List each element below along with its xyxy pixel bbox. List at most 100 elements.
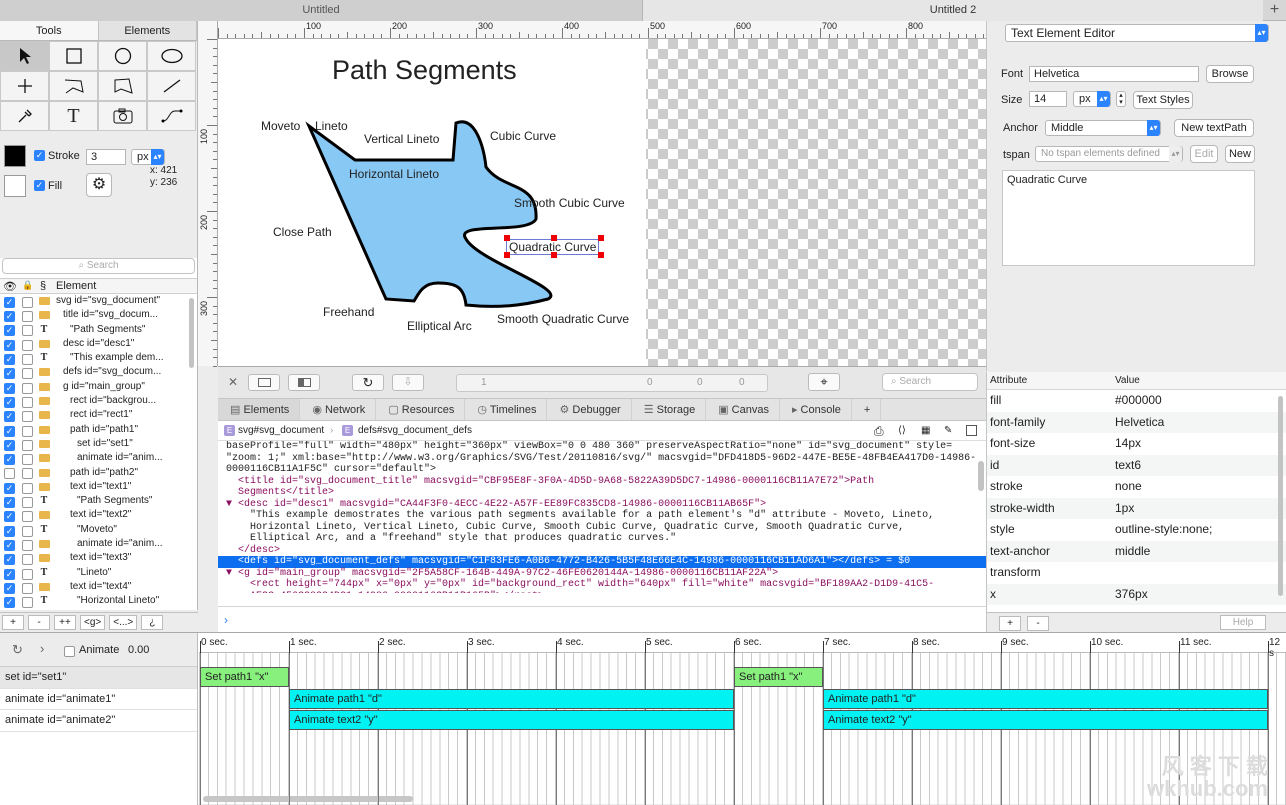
print-icon[interactable]: ⎙	[874, 421, 884, 441]
reload-button[interactable]: ↻	[352, 374, 384, 391]
tree-row[interactable]: ✓ T "Moveto"	[0, 523, 197, 537]
inspector-tab-timelines[interactable]: ◷ Timelines	[465, 399, 548, 420]
timeline-bar[interactable]: Animate text2 "y"	[823, 710, 1268, 730]
sidebar-toggle-icon[interactable]	[966, 425, 977, 436]
label-elliptical-arc[interactable]: Elliptical Arc	[407, 319, 472, 333]
inspector-tab-network[interactable]: ◉ Network	[300, 399, 377, 420]
selection-handle[interactable]	[551, 252, 557, 258]
tree-row[interactable]: ✓ T "Horizontal Lineto"	[0, 594, 197, 609]
selection-handle[interactable]	[504, 235, 510, 241]
attribute-value[interactable]: 14px	[1115, 433, 1141, 455]
attribute-row[interactable]: x 376px	[987, 583, 1286, 606]
label-lineto[interactable]: Lineto	[315, 119, 348, 133]
code-line[interactable]: ▼ <g id="main_group" macsvgid="2F5A58CF-…	[218, 568, 986, 580]
target-button[interactable]: ⌖	[808, 373, 840, 391]
svg-document[interactable]: Path Segments Moveto Lineto Vertical Lin…	[218, 39, 646, 366]
tree-row[interactable]: ✓ text id="text1"	[0, 480, 197, 494]
attribute-row[interactable]: transform	[987, 562, 1286, 584]
code-line[interactable]: baseProfile="full" width="480px" height=…	[218, 441, 986, 453]
tree-toolbar-button[interactable]: <...>	[109, 615, 138, 630]
label-vertical-lineto[interactable]: Vertical Lineto	[364, 132, 439, 146]
attribute-value[interactable]: text6	[1115, 455, 1141, 477]
attribute-row[interactable]: fill #000000	[987, 390, 1286, 412]
tab-tools[interactable]: Tools	[0, 21, 99, 40]
attributes-scrollbar[interactable]	[1278, 396, 1283, 596]
download-button[interactable]: ⇩	[392, 374, 424, 391]
code-line[interactable]: Elliptical Arc, and a "freehand" style t…	[218, 533, 986, 545]
tree-row[interactable]: path id="path2"	[0, 466, 197, 480]
code-line[interactable]: <defs id="svg_document_defs" macsvgid="C…	[218, 556, 986, 568]
code-line[interactable]: <rect height="744px" x="0px" y="0px" id=…	[218, 579, 986, 591]
attribute-value[interactable]: Helvetica	[1115, 412, 1164, 434]
close-icon[interactable]: ✕	[228, 375, 238, 389]
code-scrollbar[interactable]	[978, 461, 984, 491]
polyline-tool[interactable]	[49, 71, 98, 101]
attribute-row[interactable]: id text6	[987, 454, 1286, 477]
attribute-row[interactable]: font-size 14px	[987, 433, 1286, 455]
tree-toolbar-button[interactable]: ¿	[141, 615, 164, 630]
line-tool[interactable]	[147, 71, 196, 101]
code-line[interactable]: </desc>	[218, 545, 986, 557]
tree-toolbar-button[interactable]: -	[28, 615, 50, 630]
label-close-path[interactable]: Close Path	[273, 225, 332, 239]
timeline-bar[interactable]: Set path1 "x"	[200, 667, 289, 687]
attribute-value[interactable]: 376px	[1115, 584, 1148, 606]
tree-row[interactable]: ✓ T "Path Segments"	[0, 323, 197, 337]
tree-row[interactable]: ✓ rect id="backgrou...	[0, 394, 197, 408]
tspan-new-button[interactable]: New	[1225, 145, 1255, 163]
timeline-bar[interactable]: Animate path1 "d"	[823, 688, 1268, 709]
circle-tool[interactable]	[98, 41, 147, 71]
tree-row[interactable]: ✓ animate id="anim...	[0, 537, 197, 551]
attribute-value[interactable]: outline-style:none;	[1115, 519, 1212, 541]
add-attribute-button[interactable]: +	[999, 616, 1021, 631]
inspector-tab-console[interactable]: ▸ Console	[780, 399, 852, 420]
dock-button[interactable]	[248, 374, 280, 391]
tree-row[interactable]: ✓ T "Path Segments"	[0, 494, 197, 509]
canvas-title[interactable]: Path Segments	[332, 55, 517, 86]
help-button[interactable]: Help	[1220, 615, 1266, 630]
attribute-row[interactable]: font-family Helvetica	[987, 411, 1286, 434]
image-tool[interactable]	[98, 101, 147, 131]
tree-toolbar-button[interactable]: ++	[54, 615, 76, 630]
label-cubic-curve[interactable]: Cubic Curve	[490, 129, 556, 143]
code-line[interactable]: Segments</title>	[218, 487, 986, 499]
eyedropper-tool[interactable]	[0, 101, 49, 131]
label-horizontal-lineto[interactable]: Horizontal Lineto	[349, 167, 439, 181]
code-line[interactable]: "This example demostrates the various pa…	[218, 510, 986, 522]
browse-button[interactable]: Browse	[1206, 65, 1254, 83]
code-line[interactable]: "zoom: 1;" xml:base="http://www.w3.org/G…	[218, 453, 986, 465]
breadcrumb-defs[interactable]: defs#svg_document_defs	[358, 421, 472, 441]
selection-handle[interactable]	[504, 252, 510, 258]
timeline-bar[interactable]: Set path1 "x"	[734, 667, 823, 687]
size-stepper[interactable]: ▴ ▾	[1116, 91, 1126, 107]
timeline-bar[interactable]: Animate text2 "y"	[289, 710, 734, 730]
rect-tool[interactable]	[49, 41, 98, 71]
code-line[interactable]: ▼ <desc id="desc1" macsvgid="CA44F3F0-4E…	[218, 499, 986, 511]
selection-handle[interactable]	[551, 235, 557, 241]
stroke-unit-select[interactable]: px ▴▾	[131, 149, 165, 165]
tab-elements[interactable]: Elements	[98, 21, 197, 40]
play-icon[interactable]: ›	[40, 641, 44, 656]
attribute-row[interactable]: stroke none	[987, 476, 1286, 498]
attribute-row[interactable]: stroke-width 1px	[987, 497, 1286, 519]
tree-row[interactable]: ✓ text id="text3"	[0, 551, 197, 566]
breadcrumb-svg[interactable]: svg#svg_document	[238, 421, 324, 441]
tree-row[interactable]: ✓ text id="text2"	[0, 508, 197, 523]
add-tab-button[interactable]: +	[852, 399, 882, 420]
inspector-tab-elements[interactable]: ▤ Elements	[218, 399, 301, 420]
label-smooth-cubic-curve[interactable]: Smooth Cubic Curve	[514, 196, 625, 210]
text-content-area[interactable]: Quadratic Curve	[1002, 170, 1255, 266]
tree-row[interactable]: ✓ set id="set1"	[0, 437, 197, 451]
track-animate1[interactable]: animate id="animate1"	[0, 689, 197, 710]
size-field[interactable]: 14	[1029, 91, 1067, 107]
size-unit-select[interactable]: px ▴▾	[1073, 91, 1111, 107]
fill-checkbox[interactable]: ✓	[34, 179, 45, 191]
attribute-row[interactable]: text-anchor middle	[987, 540, 1286, 562]
attribute-value[interactable]: none	[1115, 476, 1142, 498]
editor-panel-select[interactable]: Text Element Editor ▴▾	[1005, 24, 1269, 42]
replay-icon[interactable]: ↻	[12, 642, 23, 658]
inspector-tab-debugger[interactable]: ⚙ Debugger	[547, 399, 632, 420]
tree-toolbar-button[interactable]: <g>	[80, 615, 106, 630]
inspector-search-input[interactable]: ⌕ Search	[882, 373, 978, 391]
arrow-tool[interactable]	[0, 41, 49, 71]
